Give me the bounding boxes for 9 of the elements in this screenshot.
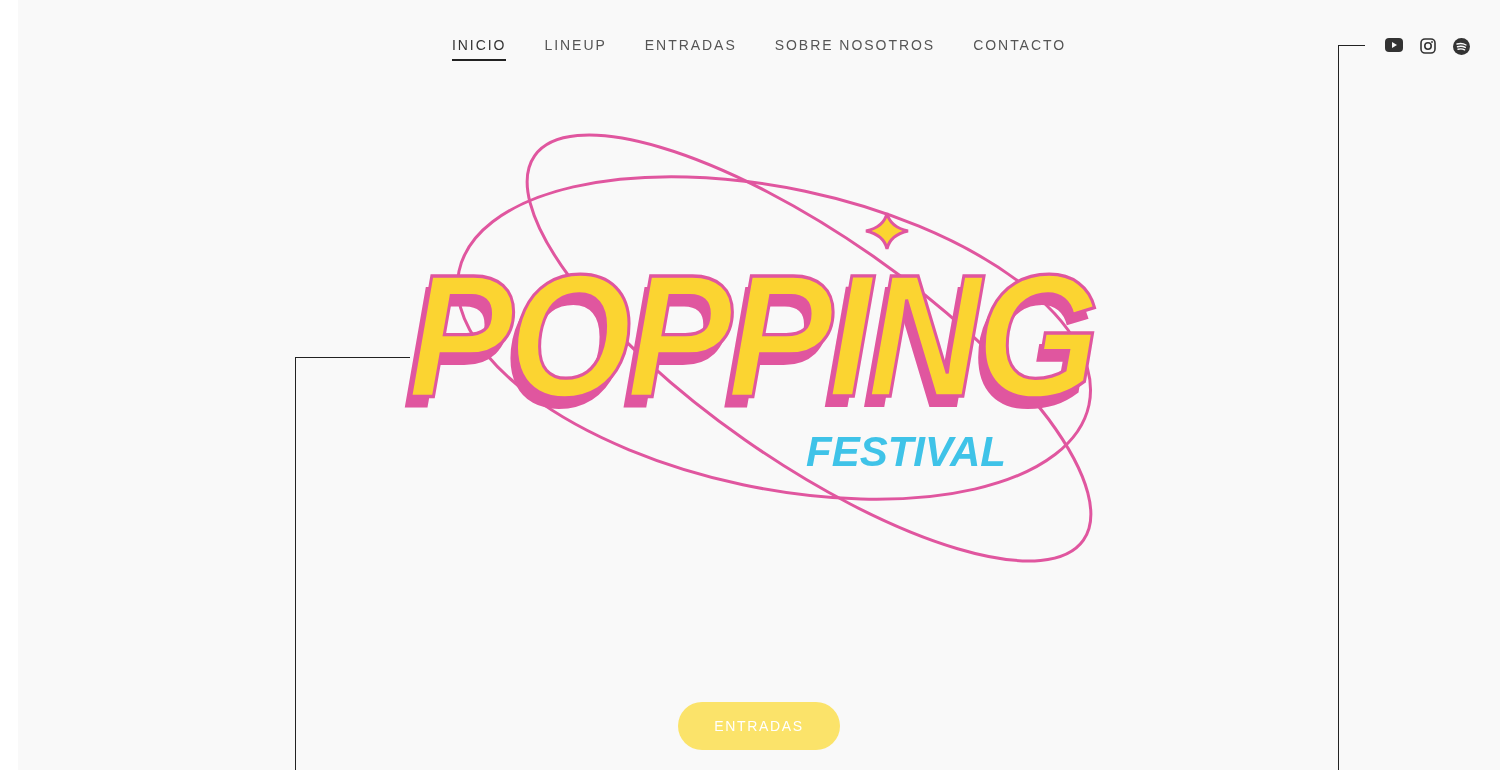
nav-link[interactable]: SOBRE NOSOTROS: [774, 35, 936, 61]
nav-link[interactable]: ENTRADAS: [644, 35, 737, 61]
nav-link[interactable]: LINEUP: [544, 35, 607, 61]
sound-waves-icon[interactable]: [1453, 38, 1470, 55]
camera-icon[interactable]: [1420, 38, 1436, 54]
nav-link[interactable]: CONTACTO: [973, 35, 1067, 61]
video-play-icon[interactable]: [1385, 38, 1403, 52]
logo-subtitle: FESTIVAL: [806, 431, 1006, 473]
nav-link[interactable]: INICIO: [451, 35, 507, 61]
